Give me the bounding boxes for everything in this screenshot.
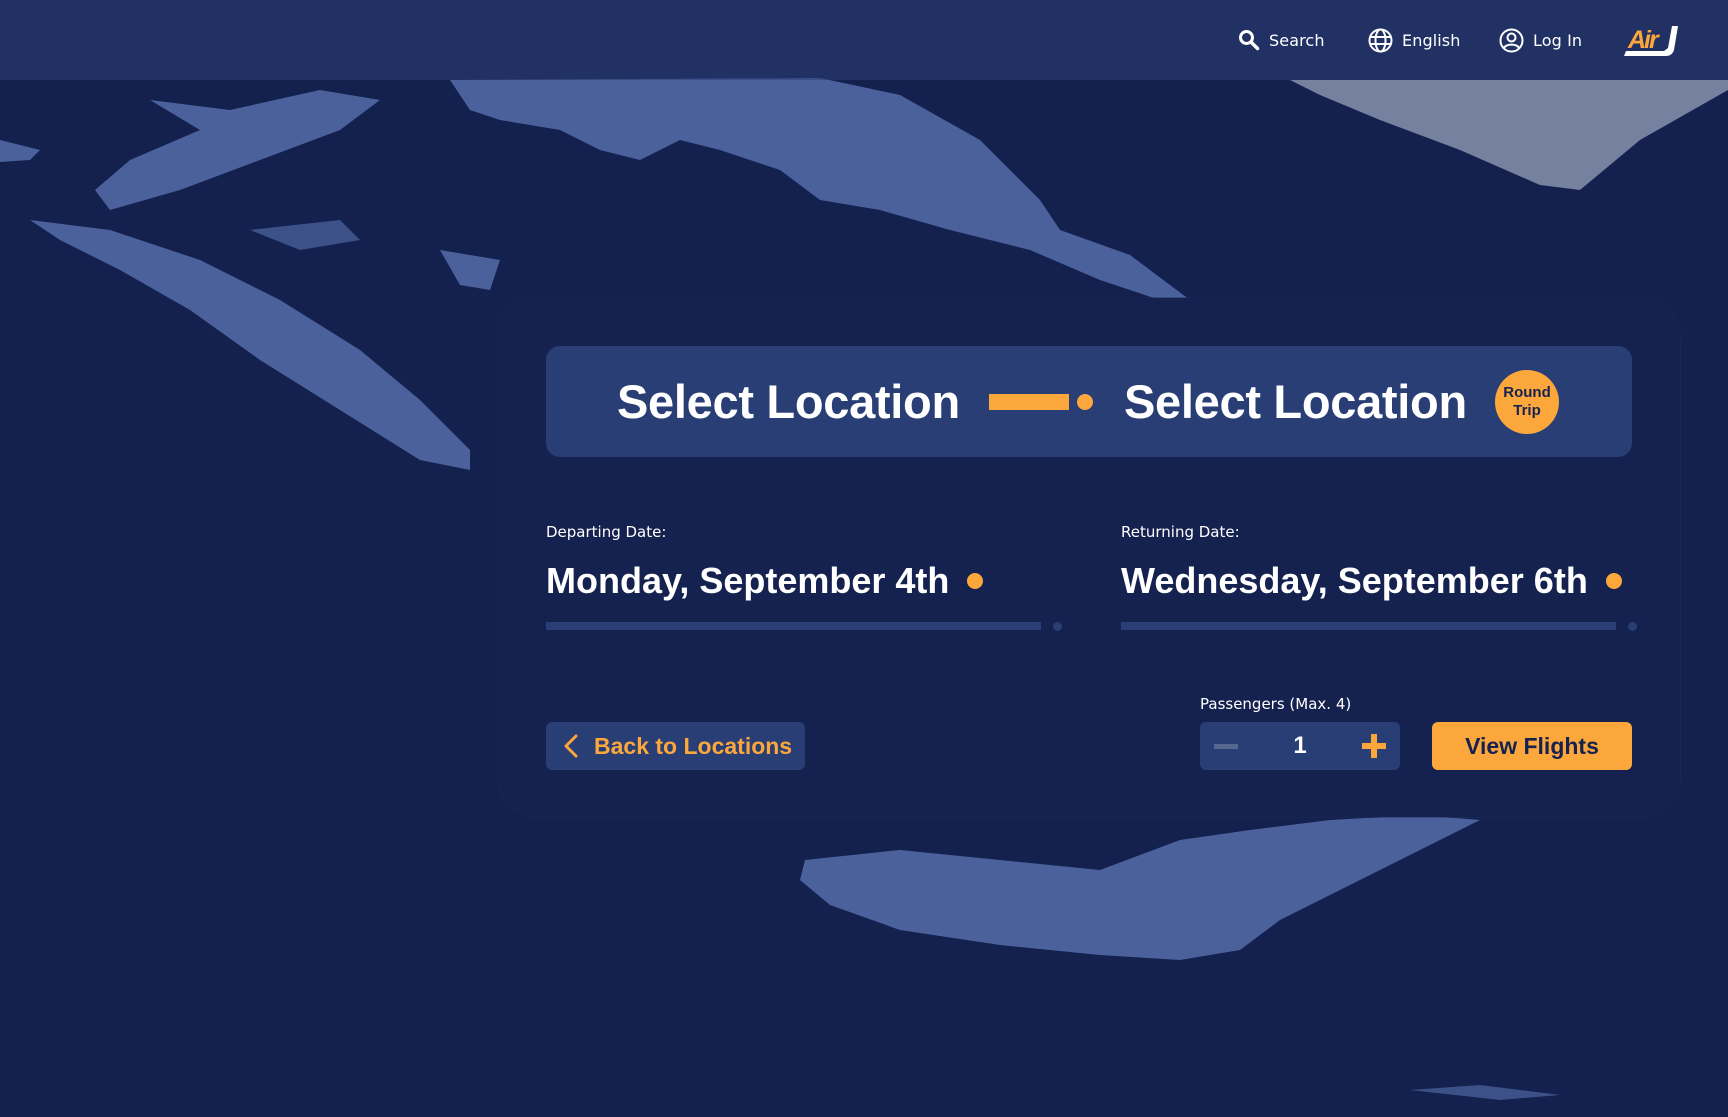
returning-date-underline-dot [1628, 622, 1637, 631]
returning-date-value: Wednesday, September 6th [1121, 560, 1588, 601]
view-flights-button[interactable]: View Flights [1432, 722, 1632, 770]
increase-passengers-button[interactable] [1360, 732, 1388, 760]
nav-language-selector[interactable]: English [1368, 0, 1460, 80]
departing-date-underline-dot [1053, 622, 1062, 631]
departing-date-label: Departing Date: [546, 523, 667, 541]
nav-search-label: Search [1269, 30, 1325, 50]
trip-type-line1: Round [1503, 384, 1551, 401]
nav-login-label: Log In [1533, 30, 1583, 50]
trip-type-line2: Trip [1513, 402, 1541, 419]
minus-icon [1214, 744, 1238, 749]
nav-login-link[interactable]: Log In [1499, 0, 1582, 80]
departing-date-selector[interactable]: Monday, September 4th [546, 556, 1054, 606]
svg-text:Air: Air [1627, 26, 1660, 54]
back-to-locations-button[interactable]: Back to Locations [546, 722, 805, 770]
route-connector-line [989, 394, 1069, 410]
round-trip-toggle[interactable]: Round Trip [1495, 370, 1559, 434]
nav-search-link[interactable]: Search [1238, 0, 1325, 80]
departing-date-underline [546, 622, 1041, 630]
route-connector-dot [1077, 394, 1093, 410]
origin-location-selector[interactable]: Select Location [617, 346, 960, 457]
departing-date-value: Monday, September 4th [546, 560, 950, 601]
passengers-stepper: 1 [1200, 722, 1400, 770]
route-panel: Select Location Select Location Round Tr… [546, 346, 1632, 457]
decrease-passengers-button[interactable] [1214, 734, 1240, 758]
departing-date-indicator-dot [967, 573, 984, 589]
nav-language-label: English [1402, 30, 1461, 50]
returning-date-selector[interactable]: Wednesday, September 6th [1121, 556, 1629, 606]
passengers-label: Passengers (Max. 4) [1200, 695, 1352, 713]
top-nav-bar: Search English Log In Air [0, 0, 1728, 80]
departing-date-field: Departing Date: Monday, September 4th [546, 522, 1062, 631]
destination-location-selector[interactable]: Select Location [1124, 346, 1467, 457]
globe-icon [1368, 28, 1393, 52]
passengers-count: 1 [1293, 732, 1307, 759]
returning-date-field: Returning Date: Wednesday, September 6th [1121, 522, 1637, 631]
airj-logo[interactable]: Air [1622, 20, 1684, 60]
returning-date-underline [1121, 622, 1616, 630]
returning-date-label: Returning Date: [1121, 523, 1240, 541]
flight-search-card: Select Location Select Location Round Tr… [498, 298, 1680, 817]
back-to-locations-label: Back to Locations [594, 732, 793, 759]
returning-date-indicator-dot [1605, 573, 1622, 589]
chevron-left-icon [564, 734, 578, 758]
search-icon [1239, 30, 1260, 51]
user-circle-icon [1499, 28, 1524, 52]
